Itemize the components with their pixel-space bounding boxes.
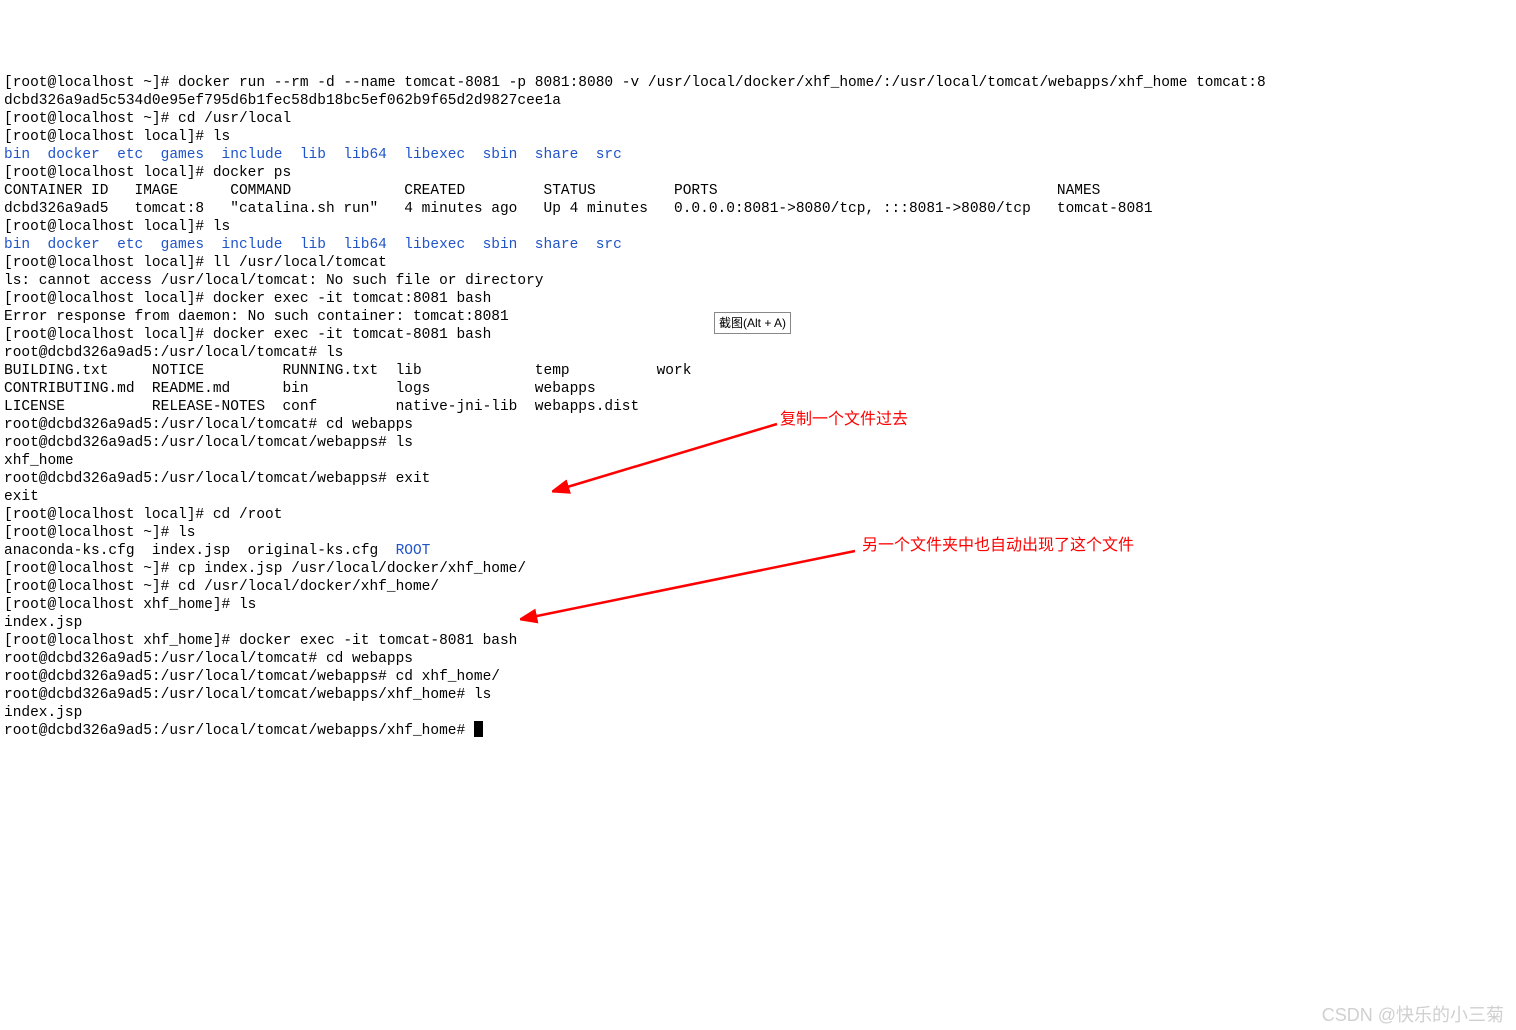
prompt-line: root@dcbd326a9ad5:/usr/local/tomcat/weba… xyxy=(4,723,474,739)
line: index.jsp xyxy=(4,705,82,721)
annotation-copy-file: 复制一个文件过去 xyxy=(780,411,908,429)
docker-ps-header: CONTAINER ID IMAGE COMMAND CREATED STATU… xyxy=(4,183,1100,199)
line: CONTRIBUTING.md README.md bin logs webap… xyxy=(4,381,596,397)
line: [root@localhost ~]# docker run --rm -d -… xyxy=(4,75,1266,91)
line: [root@localhost xhf_home]# ls xyxy=(4,597,256,613)
line: [root@localhost ~]# ls xyxy=(4,525,195,541)
line: anaconda-ks.cfg index.jsp original-ks.cf… xyxy=(4,543,396,559)
cursor xyxy=(474,721,483,737)
line: [root@localhost local]# ls xyxy=(4,129,230,145)
line: [root@localhost ~]# cd /usr/local xyxy=(4,111,291,127)
screenshot-tooltip: 截图(Alt + A) xyxy=(714,312,791,334)
line: [root@localhost local]# docker ps xyxy=(4,165,291,181)
ls-output-dirs: bin docker etc games include lib lib64 l… xyxy=(4,147,622,163)
ls-output-dirs: bin docker etc games include lib lib64 l… xyxy=(4,237,622,253)
line: [root@localhost xhf_home]# docker exec -… xyxy=(4,633,517,649)
line: [root@localhost local]# ls xyxy=(4,219,230,235)
line: xhf_home xyxy=(4,453,74,469)
dir-root: ROOT xyxy=(396,543,431,559)
line: [root@localhost local]# docker exec -it … xyxy=(4,327,491,343)
line: root@dcbd326a9ad5:/usr/local/tomcat/weba… xyxy=(4,687,491,703)
line: root@dcbd326a9ad5:/usr/local/tomcat/weba… xyxy=(4,471,430,487)
line: root@dcbd326a9ad5:/usr/local/tomcat# cd … xyxy=(4,651,413,667)
line: root@dcbd326a9ad5:/usr/local/tomcat/weba… xyxy=(4,435,413,451)
annotation-auto-appear: 另一个文件夹中也自动出现了这个文件 xyxy=(862,537,1134,555)
line: LICENSE RELEASE-NOTES conf native-jni-li… xyxy=(4,399,639,415)
line: root@dcbd326a9ad5:/usr/local/tomcat# ls xyxy=(4,345,343,361)
watermark: CSDN @快乐的小三菊 xyxy=(1322,1006,1504,1024)
line: root@dcbd326a9ad5:/usr/local/tomcat/weba… xyxy=(4,669,500,685)
line: Error response from daemon: No such cont… xyxy=(4,309,509,325)
line: exit xyxy=(4,489,39,505)
line: [root@localhost ~]# cp index.jsp /usr/lo… xyxy=(4,561,526,577)
line: [root@localhost local]# docker exec -it … xyxy=(4,291,491,307)
line: ls: cannot access /usr/local/tomcat: No … xyxy=(4,273,544,289)
line: index.jsp xyxy=(4,615,82,631)
docker-ps-row: dcbd326a9ad5 tomcat:8 "catalina.sh run" … xyxy=(4,201,1153,217)
line: root@dcbd326a9ad5:/usr/local/tomcat# cd … xyxy=(4,417,413,433)
line: BUILDING.txt NOTICE RUNNING.txt lib temp… xyxy=(4,363,691,379)
line: dcbd326a9ad5c534d0e95ef795d6b1fec58db18b… xyxy=(4,93,561,109)
line: [root@localhost ~]# cd /usr/local/docker… xyxy=(4,579,439,595)
line: [root@localhost local]# ll /usr/local/to… xyxy=(4,255,387,271)
line: [root@localhost local]# cd /root xyxy=(4,507,282,523)
terminal-output[interactable]: [root@localhost ~]# docker run --rm -d -… xyxy=(4,74,1512,740)
